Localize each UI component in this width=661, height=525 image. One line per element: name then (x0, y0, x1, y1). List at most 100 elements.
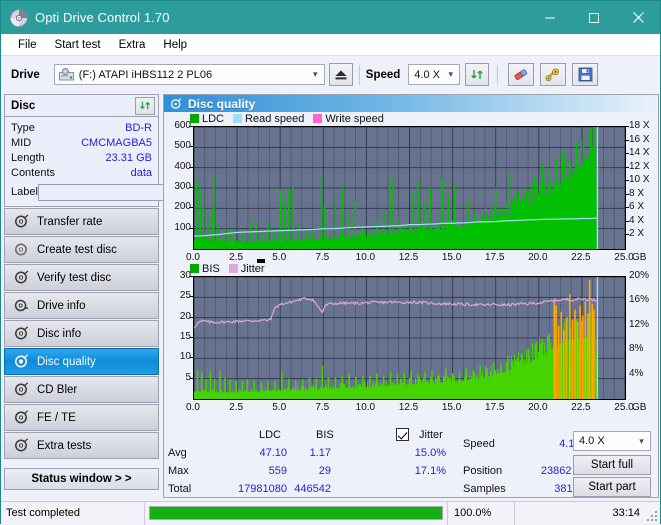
refresh-icon (470, 67, 485, 82)
sidebar-item-label: Extra tests (37, 440, 91, 452)
sidebar-item-create-test-disc[interactable]: Create test disc (4, 236, 159, 263)
bis-plot-area: 510152025304%8%12%16%20%0.02.55.07.510.0… (164, 275, 658, 410)
tools-button[interactable] (540, 63, 566, 86)
sidebar-item-drive-info[interactable]: Drive info (4, 292, 159, 319)
legend-label-bis: BIS (202, 263, 220, 275)
axis-tick (190, 296, 193, 297)
axis-tick (626, 180, 629, 181)
sidebar-item-disc-info[interactable]: Disc info (4, 320, 159, 347)
menu-item-start-test[interactable]: Start test (46, 37, 110, 53)
disc-verify-icon (10, 270, 32, 285)
axis-tick-label: 30 (165, 270, 191, 281)
sidebar-item-fe-te[interactable]: FE / TE (4, 404, 159, 431)
sidebar-item-extra-tests[interactable]: Extra tests (4, 432, 159, 459)
axis-tick-label: 22.5 (564, 402, 598, 413)
save-icon (578, 67, 593, 82)
axis-tick-label: 7.5 (305, 402, 339, 413)
main-header: Disc quality (164, 95, 658, 112)
window-controls (528, 1, 660, 34)
resize-grip-icon[interactable] (647, 511, 657, 521)
axis-tick-label: 2.5 (219, 402, 253, 413)
disc-row-value: 23.31 GB (106, 152, 152, 164)
erase-button[interactable] (508, 63, 534, 86)
ldc-plot-area: 1002003004005006002 X4 X6 X8 X10 X12 X14… (164, 125, 658, 260)
stats-jitter-max: 17.1% (402, 465, 446, 477)
stats-ldc-total: 17981080 (212, 483, 287, 495)
disc-row-key: Type (11, 122, 35, 134)
progress-percent: 100.0% (448, 502, 514, 525)
sidebar-item-verify-test-disc[interactable]: Verify test disc (4, 264, 159, 291)
status-window-button[interactable]: Status window > > (4, 468, 159, 490)
jitter-checkbox[interactable] (396, 428, 409, 441)
sidebar-item-disc-quality[interactable]: Disc quality (4, 348, 159, 375)
speed-select[interactable]: 4.0 X ▾ (408, 64, 460, 85)
axis-tick-label: 10 (165, 351, 191, 362)
stats-row-label-max: Max (168, 465, 189, 477)
stats-bis-total: 446542 (292, 483, 331, 495)
stats-bis-max: 29 (292, 465, 331, 477)
drive-select[interactable]: (F:) ATAPI iHBS112 2 PL06 ▾ (54, 64, 325, 85)
axis-tick-label: 0.0 (176, 402, 210, 413)
app-disc-icon (9, 8, 29, 28)
sidebar-item-cd-bler[interactable]: CD Bler (4, 376, 159, 403)
disc-drive-icon (10, 298, 32, 313)
save-button[interactable] (572, 63, 598, 86)
axis-tick-label: 500 (165, 140, 191, 151)
menu-item-extra[interactable]: Extra (110, 37, 155, 53)
start-full-button[interactable]: Start full (573, 455, 651, 475)
legend-swatch-read-speed (233, 114, 242, 123)
bis-chart: BIS Jitter 510152025304%8%12%16%20%0.02.… (164, 262, 658, 410)
axis-tick-label: 5 (165, 372, 191, 383)
legend-label-read-speed: Read speed (245, 113, 304, 125)
axis-tick-label: 6 X (629, 201, 644, 212)
disc-fete-icon (10, 410, 32, 425)
menu-item-file[interactable]: File (9, 37, 46, 53)
disc-panel: Disc Type BD-R MID CMCMAGBA5 (4, 94, 159, 207)
axis-tick-label: 400 (165, 161, 191, 172)
axis-tick-label: 12 X (629, 161, 650, 172)
disc-refresh-button[interactable] (135, 97, 155, 115)
legend-swatch-jitter (229, 264, 238, 273)
axis-tick-label: 10.0 (348, 402, 382, 413)
disc-info-rows: Type BD-R MID CMCMAGBA5 Length 23.31 GB … (5, 117, 158, 206)
sidebar-item-label: Drive info (37, 300, 86, 312)
axis-tick-label: 14 X (629, 147, 650, 158)
eject-button[interactable] (329, 63, 353, 86)
axis-tick (190, 146, 193, 147)
bis-plot-svg (194, 277, 625, 399)
start-part-button[interactable]: Start part (573, 477, 651, 497)
sidebar-item-transfer-rate[interactable]: Transfer rate (4, 208, 159, 235)
chevron-down-icon: ▾ (633, 436, 650, 447)
axis-tick (190, 228, 193, 229)
stats-ldc-max: 559 (224, 465, 287, 477)
axis-tick (190, 167, 193, 168)
disc-quality-icon (10, 354, 32, 369)
sidebar-item-label: CD Bler (37, 384, 77, 396)
chevron-down-icon: ▾ (442, 69, 459, 80)
sidebar-item-label: Create test disc (37, 244, 117, 256)
disc-row-key: Contents (11, 167, 55, 179)
stats-header-ldc: LDC (259, 429, 281, 441)
app-window: Opti Drive Control 1.70 File Start test … (0, 0, 661, 524)
minimize-button[interactable] (528, 1, 572, 34)
refresh-button[interactable] (465, 63, 489, 86)
menu-item-help[interactable]: Help (154, 37, 196, 53)
disc-label-key: Label (11, 186, 38, 198)
test-speed-select[interactable]: 4.0 X ▾ (573, 431, 651, 451)
axis-tick-label: 10 X (629, 174, 650, 185)
drive-label: Drive (11, 69, 40, 81)
disc-bler-icon (10, 382, 32, 397)
maximize-button[interactable] (572, 1, 616, 34)
disc-row-value: data (131, 167, 152, 179)
axis-tick-label: 17.5 (478, 402, 512, 413)
elapsed-time: 33:14 (515, 502, 660, 525)
sidebar-item-label: Verify test disc (37, 272, 111, 284)
axis-tick (626, 126, 629, 127)
axis-tick-label: 20.0 (521, 402, 555, 413)
disc-row-value: CMCMAGBA5 (81, 137, 152, 149)
close-button[interactable] (616, 1, 660, 34)
axis-tick (626, 207, 629, 208)
disc-create-icon (10, 242, 32, 257)
axis-tick (190, 378, 193, 379)
disc-row-mid: MID CMCMAGBA5 (11, 135, 152, 150)
